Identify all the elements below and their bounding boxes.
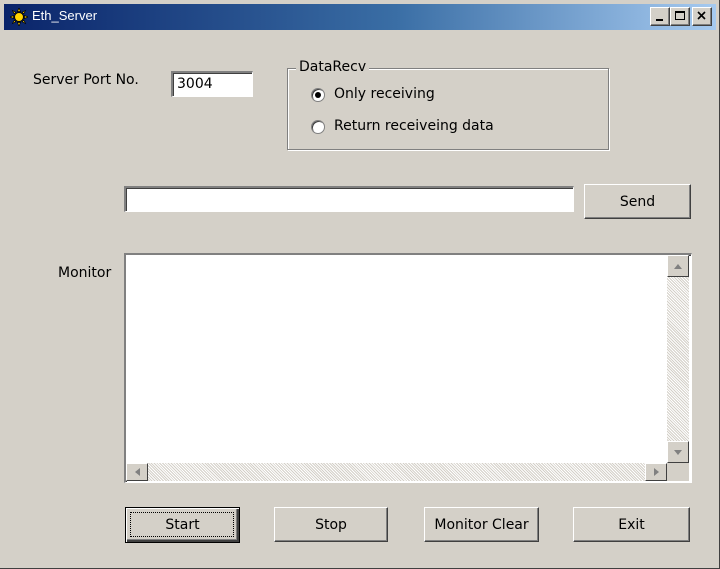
maximize-button[interactable] <box>670 7 690 26</box>
scroll-down-button[interactable] <box>667 441 689 463</box>
monitor-label: Monitor <box>58 265 112 281</box>
monitor-textarea[interactable] <box>124 253 692 483</box>
focus-rectangle <box>130 512 234 537</box>
server-port-label: Server Port No. <box>33 72 139 88</box>
data-recv-groupbox <box>287 68 609 150</box>
scrollbar-corner <box>667 463 689 481</box>
radio-label: Return receiveing data <box>334 118 494 134</box>
scroll-up-button[interactable] <box>667 255 689 277</box>
app-window: Eth_Server Server Port No. 3004 DataRecv… <box>0 0 720 569</box>
monitor-content[interactable] <box>126 255 667 463</box>
radio-checked-icon[interactable] <box>311 88 325 102</box>
exit-button-label: Exit <box>618 516 645 533</box>
scroll-right-button[interactable] <box>645 463 667 481</box>
send-button[interactable]: Send <box>584 184 691 219</box>
send-button-label: Send <box>619 193 656 210</box>
horizontal-scrollbar[interactable] <box>126 463 667 481</box>
monitor-clear-button-label: Monitor Clear <box>434 516 529 533</box>
exit-button[interactable]: Exit <box>573 507 690 542</box>
sun-icon <box>9 7 29 27</box>
send-text-input[interactable] <box>124 186 574 212</box>
title-bar[interactable]: Eth_Server <box>4 4 716 30</box>
stop-button[interactable]: Stop <box>274 507 388 542</box>
monitor-clear-button[interactable]: Monitor Clear <box>424 507 539 542</box>
stop-button-label: Stop <box>315 516 347 533</box>
server-port-input[interactable]: 3004 <box>171 71 253 97</box>
start-button[interactable]: Start <box>125 507 240 543</box>
scroll-left-button[interactable] <box>126 463 148 481</box>
radio-unchecked-icon[interactable] <box>311 120 325 134</box>
close-button[interactable] <box>692 7 712 26</box>
window-title: Eth_Server <box>32 8 98 23</box>
radio-label: Only receiving <box>334 86 435 102</box>
data-recv-legend: DataRecv <box>296 59 370 75</box>
vertical-scrollbar[interactable] <box>667 255 689 463</box>
minimize-button[interactable] <box>650 7 670 26</box>
